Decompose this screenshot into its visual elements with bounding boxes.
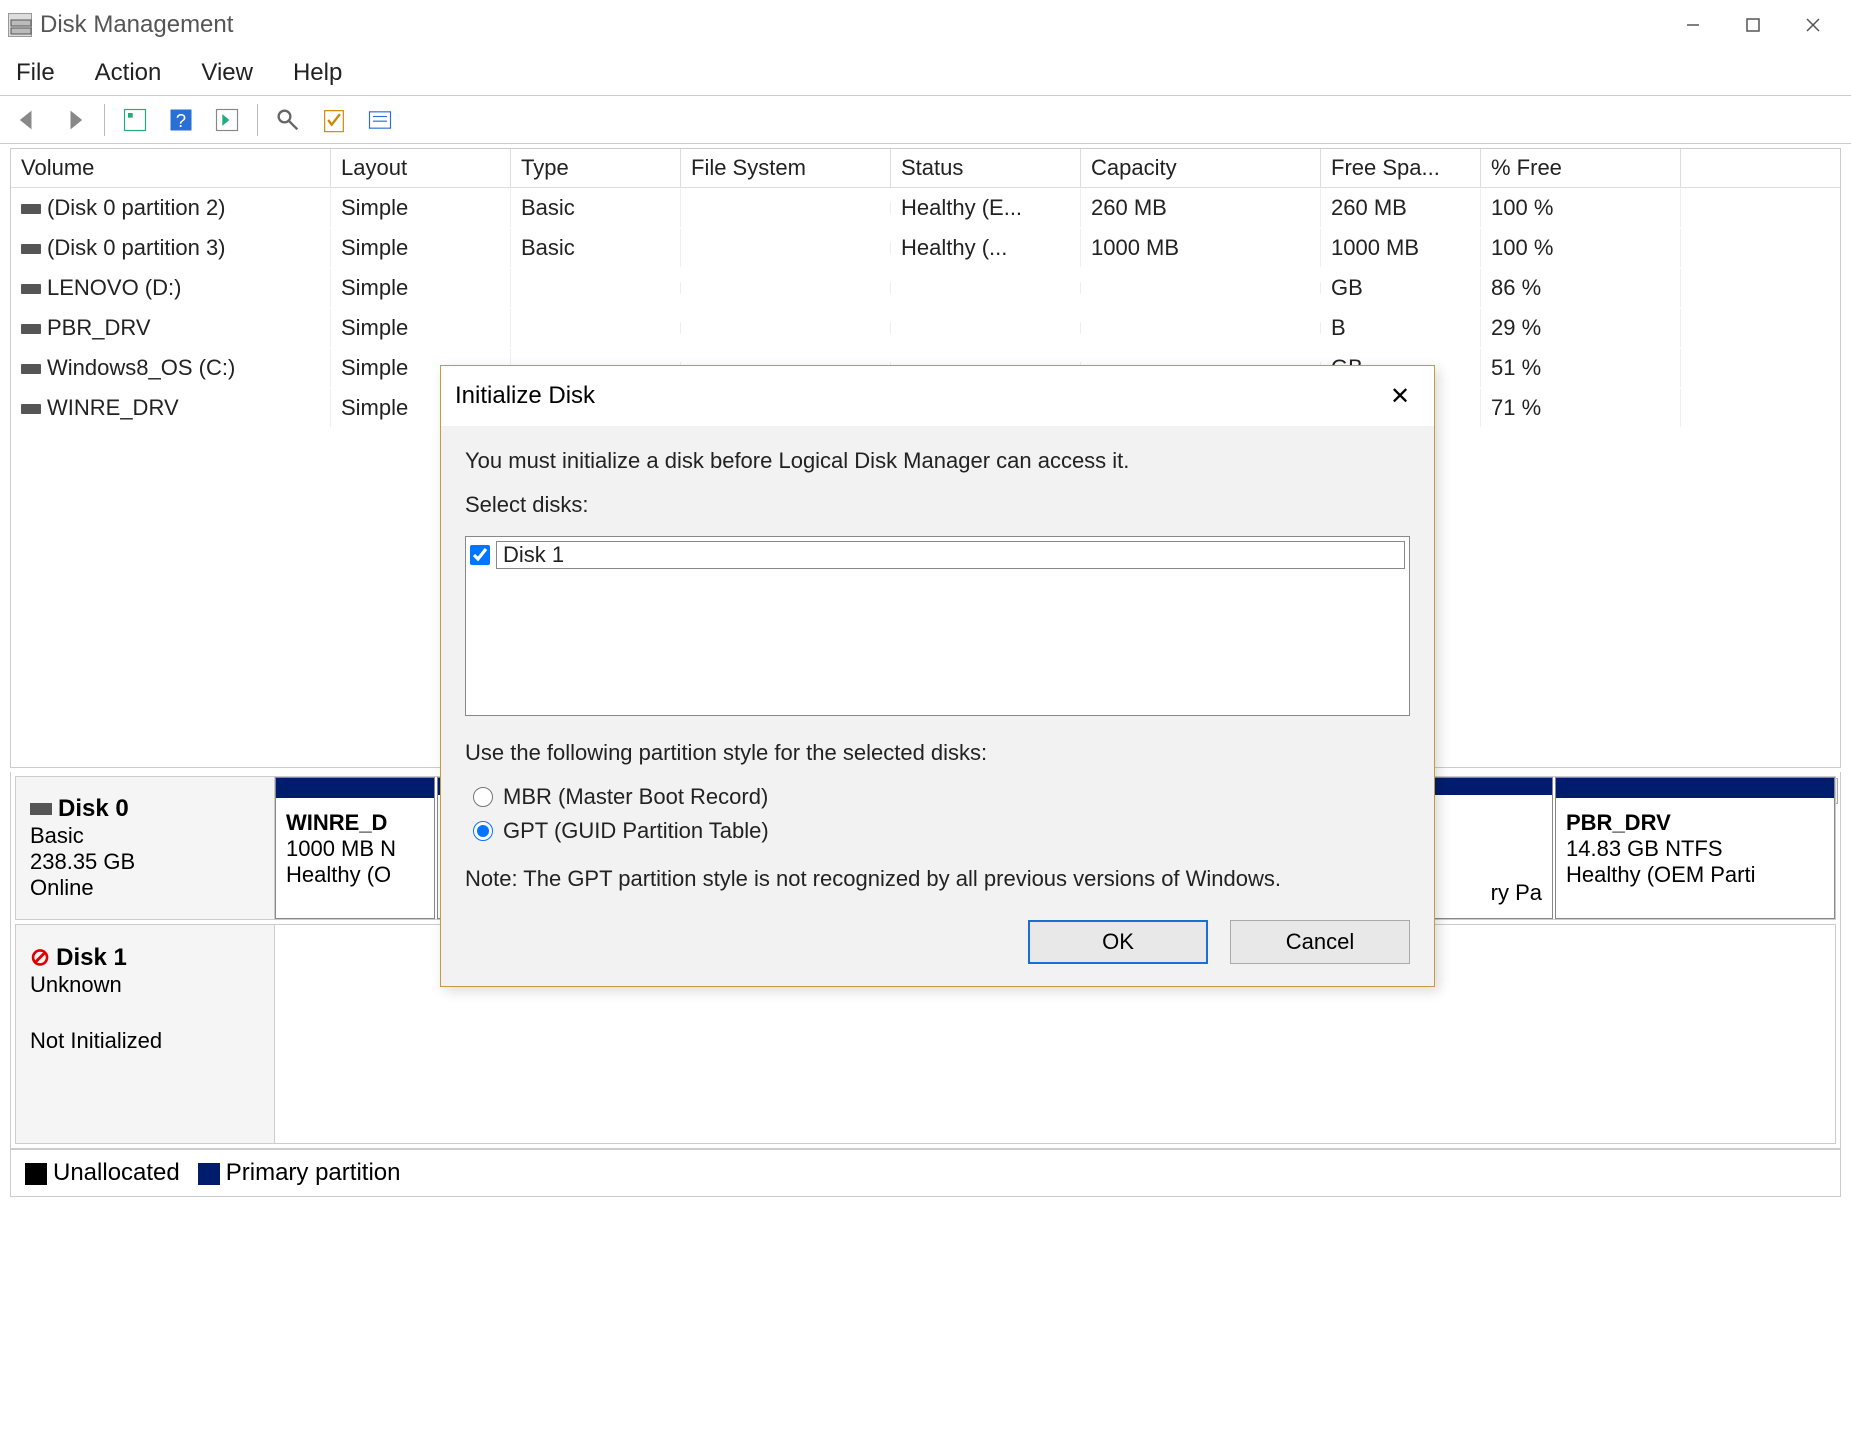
- forward-button[interactable]: [54, 102, 94, 138]
- col-free[interactable]: Free Spa...: [1321, 149, 1481, 187]
- maximize-button[interactable]: [1723, 5, 1783, 45]
- legend: Unallocated Primary partition: [10, 1149, 1841, 1197]
- part-status: ry Pa: [1491, 880, 1542, 906]
- help-icon[interactable]: ?: [161, 102, 201, 138]
- volume-icon: [21, 324, 41, 334]
- volume-row[interactable]: (Disk 0 partition 2)SimpleBasicHealthy (…: [11, 188, 1840, 228]
- toolbar-icon-4[interactable]: [268, 102, 308, 138]
- disk-icon: [30, 803, 52, 815]
- menu-help[interactable]: Help: [287, 55, 348, 91]
- app-icon: [8, 13, 32, 37]
- menu-file[interactable]: File: [10, 55, 61, 91]
- partition[interactable]: WINRE_D 1000 MB N Healthy (O: [275, 777, 435, 919]
- mbr-label: MBR (Master Boot Record): [503, 784, 768, 810]
- titlebar: Disk Management: [0, 0, 1851, 50]
- legend-unallocated: Unallocated: [53, 1159, 180, 1186]
- volume-row[interactable]: LENOVO (D:)SimpleGB86 %: [11, 268, 1840, 308]
- dialog-title: Initialize Disk: [455, 382, 595, 410]
- disk1-type: Unknown: [30, 972, 260, 998]
- window-title: Disk Management: [40, 11, 233, 39]
- disk0-size: 238.35 GB: [30, 849, 260, 875]
- volume-header-row: Volume Layout Type File System Status Ca…: [11, 149, 1840, 188]
- primary-swatch: [198, 1163, 220, 1185]
- mbr-option[interactable]: MBR (Master Boot Record): [473, 784, 1410, 810]
- disk0-info[interactable]: Disk 0 Basic 238.35 GB Online: [15, 776, 275, 920]
- volume-icon: [21, 284, 41, 294]
- disk-option-label: Disk 1: [496, 541, 1405, 569]
- volume-icon: [21, 244, 41, 254]
- toolbar: ?: [0, 96, 1851, 144]
- disk0-type: Basic: [30, 823, 260, 849]
- close-button[interactable]: [1783, 5, 1843, 45]
- volume-icon: [21, 364, 41, 374]
- toolbar-icon-5[interactable]: [314, 102, 354, 138]
- col-capacity[interactable]: Capacity: [1081, 149, 1321, 187]
- col-volume[interactable]: Volume: [11, 149, 331, 187]
- dialog-titlebar[interactable]: Initialize Disk ✕: [441, 366, 1434, 426]
- volume-icon: [21, 204, 41, 214]
- dialog-note: Note: The GPT partition style is not rec…: [465, 866, 1410, 892]
- disk1-status: Not Initialized: [30, 1028, 260, 1054]
- part-size: 1000 MB N: [286, 836, 424, 862]
- part-name: PBR_DRV: [1566, 810, 1824, 836]
- disk-option[interactable]: Disk 1: [470, 541, 1405, 569]
- volume-icon: [21, 404, 41, 414]
- col-pctfree[interactable]: % Free: [1481, 149, 1681, 187]
- mbr-radio[interactable]: [473, 787, 493, 807]
- unallocated-swatch: [25, 1163, 47, 1185]
- cancel-button[interactable]: Cancel: [1230, 920, 1410, 964]
- col-type[interactable]: Type: [511, 149, 681, 187]
- ok-button[interactable]: OK: [1028, 920, 1208, 964]
- col-filesystem[interactable]: File System: [681, 149, 891, 187]
- partition[interactable]: PBR_DRV 14.83 GB NTFS Healthy (OEM Parti: [1555, 777, 1835, 919]
- col-layout[interactable]: Layout: [331, 149, 511, 187]
- menu-action[interactable]: Action: [89, 55, 168, 91]
- toolbar-icon-6[interactable]: [360, 102, 400, 138]
- menubar: File Action View Help: [0, 50, 1851, 96]
- gpt-option[interactable]: GPT (GUID Partition Table): [473, 818, 1410, 844]
- volume-row[interactable]: PBR_DRVSimpleB29 %: [11, 308, 1840, 348]
- part-size: 14.83 GB NTFS: [1566, 836, 1824, 862]
- part-status: Healthy (O: [286, 862, 424, 888]
- dialog-close-button[interactable]: ✕: [1380, 376, 1420, 416]
- col-status[interactable]: Status: [891, 149, 1081, 187]
- part-name: WINRE_D: [286, 810, 424, 836]
- initialize-disk-dialog: Initialize Disk ✕ You must initialize a …: [440, 365, 1435, 987]
- disk1-checkbox[interactable]: [470, 545, 490, 565]
- error-icon: ⊘: [30, 943, 50, 972]
- select-disks-label: Select disks:: [465, 492, 1410, 518]
- svg-text:?: ?: [176, 110, 186, 131]
- disk0-name: Disk 0: [58, 795, 129, 823]
- disk-select-list[interactable]: Disk 1: [465, 536, 1410, 716]
- gpt-label: GPT (GUID Partition Table): [503, 818, 769, 844]
- minimize-button[interactable]: [1663, 5, 1723, 45]
- disk1-info[interactable]: ⊘Disk 1 Unknown Not Initialized: [15, 924, 275, 1144]
- gpt-radio[interactable]: [473, 821, 493, 841]
- dialog-instruction: You must initialize a disk before Logica…: [465, 448, 1410, 474]
- volume-row[interactable]: (Disk 0 partition 3)SimpleBasicHealthy (…: [11, 228, 1840, 268]
- partition-style-label: Use the following partition style for th…: [465, 740, 1410, 766]
- disk0-status: Online: [30, 875, 260, 901]
- part-status: Healthy (OEM Parti: [1566, 862, 1824, 888]
- disk1-name: Disk 1: [56, 944, 127, 972]
- legend-primary: Primary partition: [226, 1159, 401, 1186]
- toolbar-icon-1[interactable]: [115, 102, 155, 138]
- toolbar-icon-3[interactable]: [207, 102, 247, 138]
- back-button[interactable]: [8, 102, 48, 138]
- menu-view[interactable]: View: [195, 55, 259, 91]
